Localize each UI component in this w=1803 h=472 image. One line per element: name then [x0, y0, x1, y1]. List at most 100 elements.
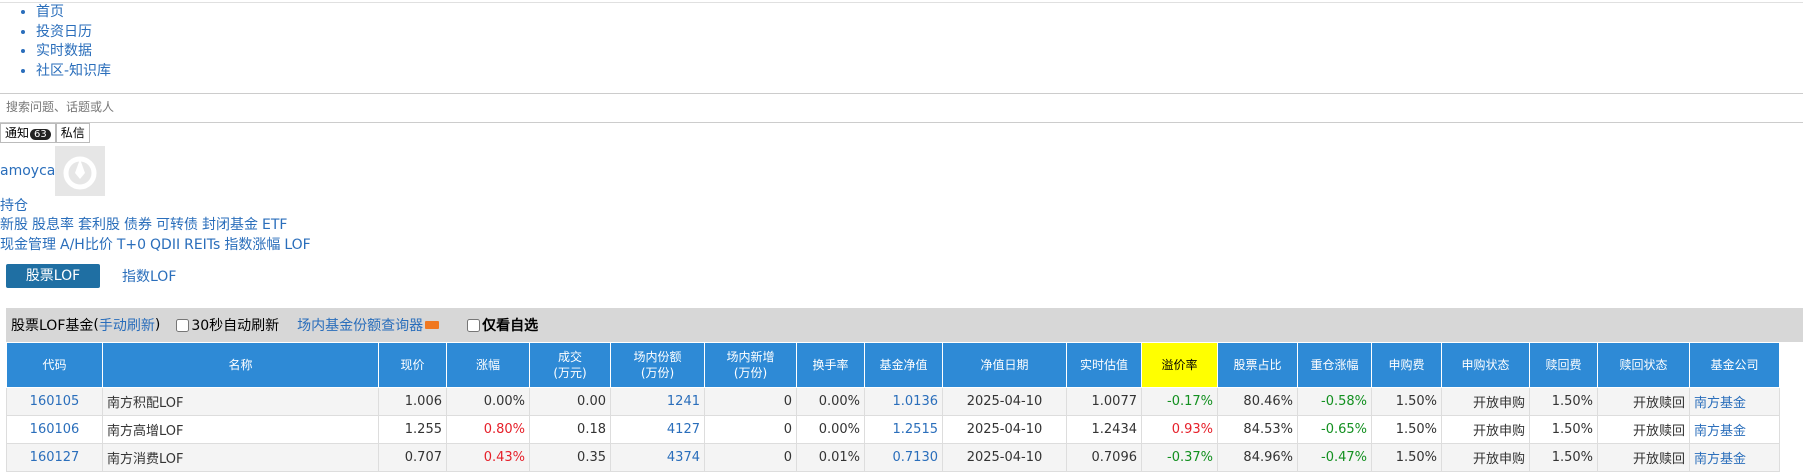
auto-refresh-checkbox[interactable] — [176, 318, 190, 332]
link-new-stock[interactable]: 新股 — [0, 217, 28, 233]
cell-nav[interactable]: 1.0136 — [864, 387, 943, 416]
cell-shares[interactable]: 4127 — [610, 415, 705, 444]
column-header-price[interactable]: 现价 — [378, 342, 447, 388]
cell-change: 0.00% — [446, 387, 530, 416]
cell-new-shares: 0 — [704, 415, 797, 444]
username-link[interactable]: amoyca — [0, 163, 55, 179]
column-header-nav[interactable]: 基金净值 — [864, 342, 943, 388]
column-header-label: 成交 — [557, 350, 582, 364]
nav-item-realtime[interactable]: 实时数据 — [36, 42, 111, 62]
avatar[interactable] — [55, 146, 106, 196]
share-query-link[interactable]: 场内基金份额查询器 — [297, 315, 423, 335]
column-header-new_shares[interactable]: 场内新增 (万份) — [704, 342, 797, 388]
link-closed-fund[interactable]: 封闭基金 — [202, 217, 258, 233]
cell-price: 0.707 — [378, 443, 447, 472]
cell-company[interactable]: 南方基金 — [1689, 415, 1780, 444]
table-row[interactable]: 160105 南方积配LOF 1.006 0.00% 0.00 1241 0 0.00% 1.0… — [6, 387, 1780, 416]
column-header-buy_fee[interactable]: 申购费 — [1371, 342, 1442, 388]
column-header-label: 赎回费 — [1545, 358, 1582, 372]
column-header-nav_date[interactable]: 净值日期 — [942, 342, 1067, 388]
user-info: amoyca — [0, 146, 106, 196]
column-header-code[interactable]: 代码 — [6, 342, 103, 388]
cell-nav-date: 2025-04-10 — [942, 415, 1067, 444]
column-header-volume[interactable]: 成交 (万元) — [529, 342, 611, 388]
nav-link-home[interactable]: 首页 — [36, 4, 64, 20]
cell-name[interactable]: 南方积配LOF — [102, 387, 379, 416]
link-bond[interactable]: 债券 — [124, 217, 152, 233]
cell-heavy-change: -0.65% — [1297, 415, 1372, 444]
column-header-label: 场内新增 — [726, 350, 775, 364]
tab-stock-lof[interactable]: 股票LOF — [6, 264, 100, 288]
cell-shares[interactable]: 1241 — [610, 387, 705, 416]
search-input[interactable] — [0, 94, 406, 120]
cell-shares[interactable]: 4374 — [610, 443, 705, 472]
column-header-label: 净值日期 — [980, 358, 1029, 372]
cell-name[interactable]: 南方消费LOF — [102, 443, 379, 472]
only-watch-checkbox[interactable] — [467, 318, 481, 332]
column-header-change[interactable]: 涨幅 — [446, 342, 530, 388]
link-arbitrage[interactable]: 套利股 — [78, 217, 120, 233]
manual-refresh-link[interactable]: 手动刷新 — [99, 315, 155, 335]
cell-nav[interactable]: 0.7130 — [864, 443, 943, 472]
column-header-label: 赎回状态 — [1619, 358, 1668, 372]
column-header-heavy_change[interactable]: 重仓涨幅 — [1297, 342, 1372, 388]
private-message-label: 私信 — [60, 126, 85, 140]
cell-volume: 0.35 — [529, 443, 611, 472]
cell-change: 0.43% — [446, 443, 530, 472]
cell-name[interactable]: 南方高增LOF — [102, 415, 379, 444]
column-header-name[interactable]: 名称 — [102, 342, 379, 388]
column-header-redeem_fee[interactable]: 赎回费 — [1529, 342, 1598, 388]
cell-buy-fee: 1.50% — [1371, 443, 1442, 472]
cell-company[interactable]: 南方基金 — [1689, 443, 1780, 472]
column-header-label: 溢价率 — [1161, 358, 1198, 372]
link-reits[interactable]: REITs — [184, 237, 220, 253]
panel-title: 股票LOF基金 — [11, 318, 94, 334]
holdings-link[interactable]: 持仓 — [0, 195, 28, 215]
nav-item-home[interactable]: 首页 — [36, 3, 111, 23]
private-message-button[interactable]: 私信 — [55, 123, 90, 143]
column-header-redeem_status[interactable]: 赎回状态 — [1597, 342, 1690, 388]
tab-index-lof[interactable]: 指数LOF — [122, 266, 176, 286]
column-header-stock_ratio[interactable]: 股票占比 — [1217, 342, 1298, 388]
link-t0[interactable]: T+0 — [117, 237, 146, 253]
link-dividend[interactable]: 股息率 — [32, 217, 74, 233]
lof-table: 代码 名称 现价 涨幅 成交 (万元) 场内份额 (万份) 场内新增 (万份) 换手率 基金净值 净值日… — [6, 342, 1780, 472]
cell-nav[interactable]: 1.2515 — [864, 415, 943, 444]
column-header-shares[interactable]: 场内份额 (万份) — [610, 342, 705, 388]
nav-item-calendar[interactable]: 投资日历 — [36, 23, 111, 43]
column-header-label: 换手率 — [812, 358, 849, 372]
column-header-premium[interactable]: 溢价率 — [1141, 342, 1218, 388]
column-header-estimate[interactable]: 实时估值 — [1066, 342, 1142, 388]
column-header-company[interactable]: 基金公司 — [1689, 342, 1780, 388]
cell-company[interactable]: 南方基金 — [1689, 387, 1780, 416]
nav-item-community[interactable]: 社区-知识库 — [36, 62, 111, 82]
link-etf[interactable]: ETF — [262, 217, 287, 233]
table-row[interactable]: 160127 南方消费LOF 0.707 0.43% 0.35 4374 0 0.01% 0.7… — [6, 443, 1780, 472]
link-ah[interactable]: A/H比价 — [60, 237, 113, 253]
column-header-unit: (万份) — [733, 366, 768, 380]
notify-count-badge: 63 — [30, 129, 51, 140]
cell-redeem-status: 开放赎回 — [1597, 415, 1690, 444]
column-header-label: 涨幅 — [475, 358, 500, 372]
link-convertible[interactable]: 可转债 — [156, 217, 198, 233]
cell-buy-status: 开放申购 — [1441, 443, 1530, 472]
column-header-label: 现价 — [400, 358, 425, 372]
nav-link-realtime[interactable]: 实时数据 — [36, 43, 92, 59]
table-row[interactable]: 160106 南方高增LOF 1.255 0.80% 0.18 4127 0 0.00% 1.2… — [6, 415, 1780, 444]
new-icon — [425, 321, 440, 329]
link-index-change[interactable]: 指数涨幅 — [224, 237, 280, 253]
cell-code[interactable]: 160106 — [6, 415, 103, 444]
link-lof[interactable]: LOF — [284, 237, 310, 253]
link-cash[interactable]: 现金管理 — [0, 237, 56, 253]
notify-button[interactable]: 通知 63 — [0, 123, 56, 143]
column-header-turnover[interactable]: 换手率 — [796, 342, 865, 388]
link-qdii[interactable]: QDII — [150, 237, 180, 253]
cell-stock-ratio: 84.96% — [1217, 443, 1298, 472]
nav-link-community[interactable]: 社区-知识库 — [36, 63, 111, 79]
column-header-buy_status[interactable]: 申购状态 — [1441, 342, 1530, 388]
cell-buy-status: 开放申购 — [1441, 387, 1530, 416]
cell-code[interactable]: 160105 — [6, 387, 103, 416]
cell-code[interactable]: 160127 — [6, 443, 103, 472]
message-tabs: 通知 63 私信 — [0, 123, 90, 143]
nav-link-calendar[interactable]: 投资日历 — [36, 24, 92, 40]
